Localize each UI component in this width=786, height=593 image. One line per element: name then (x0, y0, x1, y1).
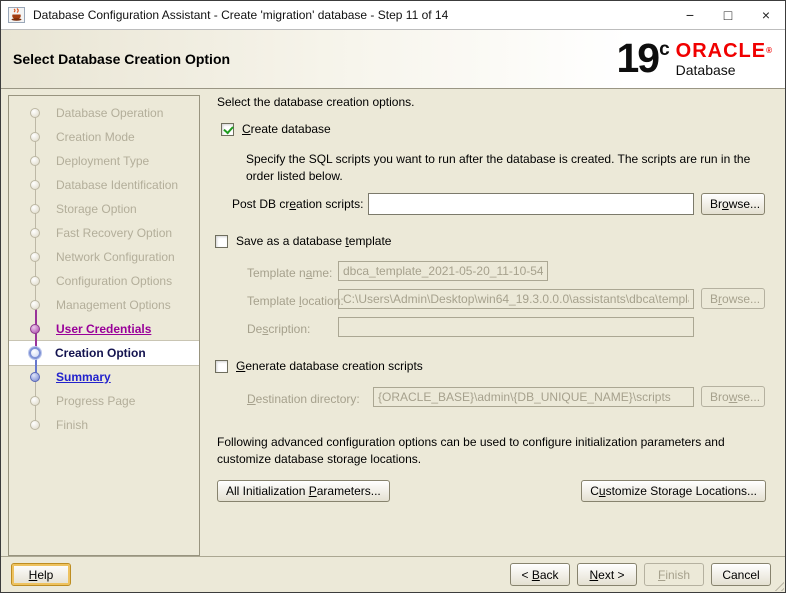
generate-scripts-row: Generate database creation scripts (215, 359, 423, 373)
generate-scripts-label[interactable]: Generate database creation scripts (236, 359, 423, 373)
creation-option-panel: Select the database creation options. Cr… (200, 89, 785, 556)
all-initialization-parameters-button[interactable]: All Initialization Parameters... (217, 480, 390, 502)
template-location-input (338, 289, 694, 309)
step-bullet-icon (29, 347, 41, 359)
sidebar-step-creation-mode: Creation Mode (9, 125, 199, 149)
description-input (338, 317, 694, 337)
wizard-header: Select Database Creation Option 19 c ORA… (1, 30, 785, 89)
sidebar-step-label: Progress Page (56, 394, 135, 408)
panel-intro-text: Select the database creation options. (217, 95, 414, 109)
resize-grip-icon[interactable] (771, 578, 784, 591)
save-template-row: Save as a database template (215, 234, 391, 248)
sidebar-step-user-credentials[interactable]: User Credentials (9, 317, 199, 341)
destination-browse-button: Browse... (701, 386, 765, 407)
sidebar-step-progress-page: Progress Page (9, 389, 199, 413)
sidebar-step-management-options: Management Options (9, 293, 199, 317)
step-bullet-icon (30, 132, 40, 142)
sidebar-step-database-operation: Database Operation (9, 101, 199, 125)
customize-storage-locations-button[interactable]: Customize Storage Locations... (581, 480, 766, 502)
wizard-nav-buttons: < Back Next > Finish Cancel (510, 563, 771, 586)
sidebar-step-label: Database Identification (56, 178, 178, 192)
sidebar-step-finish: Finish (9, 413, 199, 437)
page-title: Select Database Creation Option (13, 51, 230, 67)
wizard-steps-sidebar: Database Operation Creation Mode Deploym… (8, 95, 200, 556)
post-db-browse-button[interactable]: Browse... (701, 193, 765, 215)
step-bullet-icon (30, 420, 40, 430)
title-bar: Database Configuration Assistant - Creat… (1, 1, 785, 30)
wizard-body: Database Operation Creation Mode Deploym… (1, 89, 785, 556)
oracle-19c-database-logo: 19 c ORACLE® Database (616, 36, 773, 80)
step-bullet-icon (30, 324, 40, 334)
window-title: Database Configuration Assistant - Creat… (33, 8, 448, 22)
step-bullet-icon (30, 180, 40, 190)
oracle-wordmark: ORACLE (676, 40, 766, 62)
step-bullet-icon (30, 228, 40, 238)
post-db-scripts-input[interactable] (368, 193, 694, 215)
sidebar-step-summary[interactable]: Summary (9, 365, 199, 389)
java-app-icon (8, 6, 26, 24)
sidebar-step-storage-option: Storage Option (9, 197, 199, 221)
step-bullet-icon (30, 204, 40, 214)
post-db-scripts-label: Post DB creation scripts: (232, 197, 363, 211)
sidebar-step-fast-recovery-option: Fast Recovery Option (9, 221, 199, 245)
sidebar-step-label: Creation Mode (56, 130, 135, 144)
step-bullet-icon (30, 372, 40, 382)
step-bullet-icon (30, 156, 40, 166)
advanced-options-note: Following advanced configuration options… (217, 434, 745, 468)
sidebar-step-creation-option: Creation Option (9, 341, 199, 365)
save-template-checkbox[interactable] (215, 235, 228, 248)
sidebar-step-label: Management Options (56, 298, 171, 312)
logo-database-text: Database (676, 62, 773, 78)
finish-button: Finish (644, 563, 704, 586)
step-bullet-icon (30, 108, 40, 118)
sidebar-step-label: Configuration Options (56, 274, 172, 288)
create-database-checkbox[interactable] (221, 123, 234, 136)
generate-scripts-checkbox[interactable] (215, 360, 228, 373)
back-button[interactable]: < Back (510, 563, 570, 586)
template-location-label: Template location: (247, 294, 344, 308)
save-template-label[interactable]: Save as a database template (236, 234, 391, 248)
sidebar-step-label: Network Configuration (56, 250, 175, 264)
logo-version-suffix: c (659, 39, 670, 61)
sidebar-step-label: Deployment Type (56, 154, 149, 168)
registered-mark: ® (766, 46, 773, 55)
dbca-wizard-window: Database Configuration Assistant - Creat… (0, 0, 786, 593)
sidebar-step-database-identification: Database Identification (9, 173, 199, 197)
sidebar-step-label: Fast Recovery Option (56, 226, 172, 240)
sidebar-step-network-configuration: Network Configuration (9, 245, 199, 269)
step-bullet-icon (30, 252, 40, 262)
step-bullet-icon (30, 300, 40, 310)
help-button[interactable]: Help (11, 563, 71, 586)
description-label: Description: (247, 322, 310, 336)
sidebar-step-label[interactable]: User Credentials (56, 322, 151, 336)
sidebar-step-label: Storage Option (56, 202, 137, 216)
wizard-button-bar: Help < Back Next > Finish Cancel (1, 556, 785, 592)
logo-version-number: 19 (616, 36, 658, 80)
step-bullet-icon (30, 276, 40, 286)
sidebar-step-label: Finish (56, 418, 88, 432)
window-controls: − □ × (671, 1, 785, 29)
next-button[interactable]: Next > (577, 563, 637, 586)
sidebar-step-label: Creation Option (55, 346, 146, 360)
sidebar-step-deployment-type: Deployment Type (9, 149, 199, 173)
cancel-button[interactable]: Cancel (711, 563, 771, 586)
create-database-label[interactable]: Create database (242, 122, 331, 136)
minimize-icon[interactable]: − (671, 1, 709, 29)
sidebar-step-label[interactable]: Summary (56, 370, 111, 384)
template-name-label: Template name: (247, 266, 332, 280)
close-icon[interactable]: × (747, 1, 785, 29)
sidebar-step-label: Database Operation (56, 106, 163, 120)
destination-directory-label: Destination directory: (247, 392, 360, 406)
destination-directory-input (373, 387, 694, 407)
sidebar-step-configuration-options: Configuration Options (9, 269, 199, 293)
step-bullet-icon (30, 396, 40, 406)
post-scripts-note: Specify the SQL scripts you want to run … (246, 151, 754, 185)
template-location-browse-button: Browse... (701, 288, 765, 309)
template-name-input (338, 261, 548, 281)
create-database-row: Create database (221, 122, 331, 136)
maximize-icon[interactable]: □ (709, 1, 747, 29)
